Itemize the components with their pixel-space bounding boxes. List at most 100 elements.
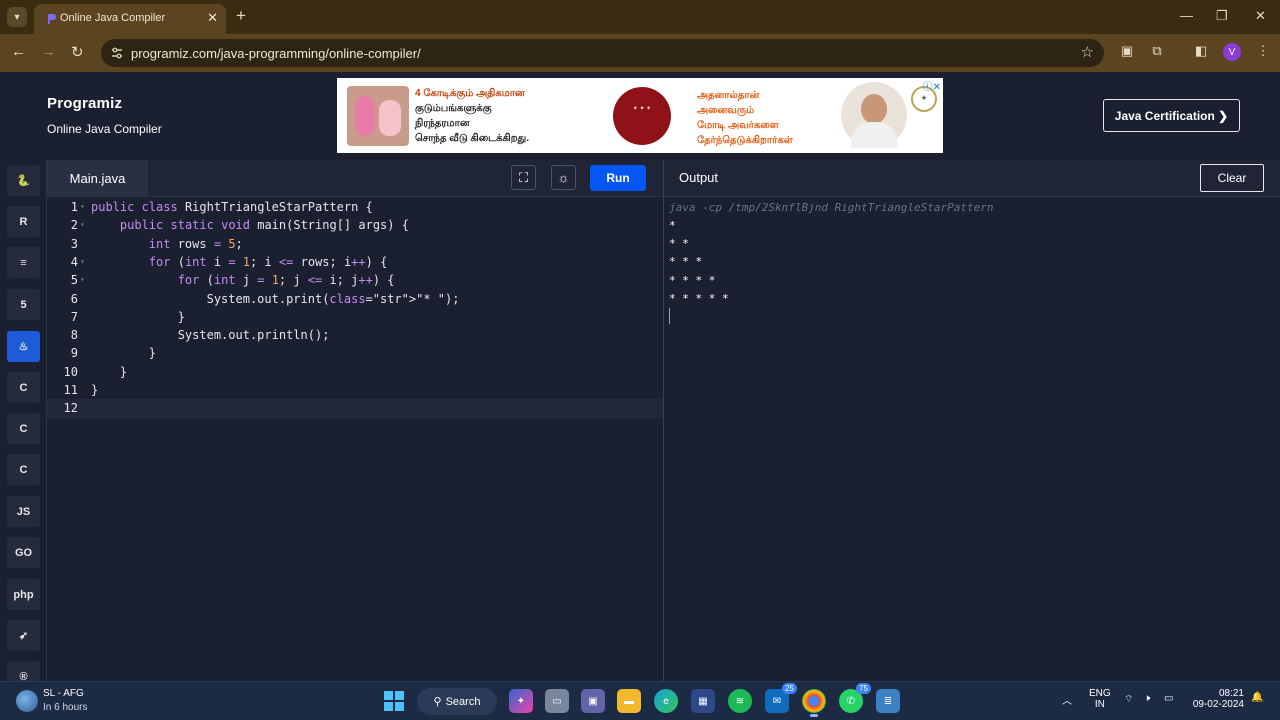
input-language[interactable]: ENG IN	[1089, 688, 1111, 710]
teams-icon[interactable]: ▣	[581, 689, 605, 713]
bookmark-star-icon[interactable]: ☆	[1081, 43, 1094, 61]
window-close-icon[interactable]: ✕	[1255, 8, 1266, 24]
code-line[interactable]: 12	[47, 399, 663, 418]
chrome-icon[interactable]	[802, 689, 826, 717]
whatsapp-icon[interactable]: ✆ 75	[839, 683, 871, 713]
browser-tab[interactable]: Online Java Compiler ✕	[34, 4, 226, 34]
run-command: java -cp /tmp/2SknflBjnd RightTriangleSt…	[669, 201, 994, 214]
java-certification-button[interactable]: Java Certification ❯	[1103, 99, 1240, 132]
advertisement-banner[interactable]: 4 கோடிக்கும் அதிகமான குடும்பங்களுக்கு நி…	[337, 78, 943, 153]
fold-arrow-icon[interactable]: ▾	[80, 198, 85, 216]
lang-code: ENG	[1089, 688, 1111, 699]
extension-app-icon[interactable]: ▣	[1118, 43, 1136, 61]
code-text: }	[91, 364, 128, 379]
tab-search-button[interactable]: ▾	[7, 7, 27, 27]
ad-text-line: தேர்ந்தெடுக்கிறார்கள்	[697, 135, 793, 146]
code-line[interactable]: 4 ▾ for (int i = 1; i <= rows; i++) {	[47, 253, 663, 271]
address-bar[interactable]: programiz.com/java-programming/online-co…	[101, 39, 1104, 67]
line-number: 8	[70, 328, 78, 343]
code-text: }	[91, 346, 157, 361]
code-line[interactable]: 2 ▾ public static void main(String[] args…	[47, 216, 663, 234]
programiz-favicon-icon	[48, 14, 56, 24]
code-text: }	[91, 383, 99, 397]
region-code: IN	[1094, 699, 1105, 710]
output-console[interactable]: java -cp /tmp/2SknflBjnd RightTriangleSt…	[663, 197, 1280, 681]
code-line[interactable]: 3 int rows = 5;	[47, 235, 663, 253]
back-icon[interactable]: ←	[11, 43, 26, 60]
run-button[interactable]: Run	[590, 165, 646, 191]
php-icon[interactable]: php	[7, 579, 40, 610]
forward-icon[interactable]: →	[41, 43, 56, 60]
line-number: 4	[70, 254, 78, 269]
clear-button[interactable]: Clear	[1200, 164, 1264, 192]
file-explorer-icon[interactable]: ▬	[617, 689, 641, 713]
side-panel-icon[interactable]: ◧	[1192, 43, 1210, 61]
code-line[interactable]: 5 ▾ for (int j = 1; j <= i; j++) {	[47, 271, 663, 289]
notifications-bell-icon[interactable]: 🔔	[1251, 692, 1263, 703]
python-icon[interactable]: 🐍	[7, 165, 40, 196]
taskbar-search[interactable]: ⚲ Search	[417, 688, 497, 715]
cpp-icon[interactable]: C	[7, 413, 40, 444]
code-line[interactable]: 9 }	[47, 344, 663, 362]
csharp-icon[interactable]: C	[7, 454, 40, 485]
code-text: public static void main(String[] args) {	[119, 218, 409, 233]
html-icon[interactable]: 5	[7, 289, 40, 320]
new-tab-button[interactable]: +	[236, 6, 246, 26]
weather-title[interactable]: SL - AFG	[43, 688, 84, 699]
fullscreen-icon[interactable]: ⛶	[511, 165, 536, 190]
go-icon[interactable]: GO	[7, 537, 40, 568]
fold-arrow-icon[interactable]: ▾	[80, 271, 85, 289]
extensions-puzzle-icon[interactable]: ⧉	[1148, 43, 1166, 61]
task-view-icon[interactable]: ▭	[545, 689, 569, 713]
minimize-icon[interactable]: —	[1180, 8, 1193, 23]
ad-close-icon[interactable]: ⓘ✕	[923, 78, 941, 93]
maximize-icon[interactable]: ❐	[1216, 8, 1228, 24]
code-line[interactable]: 8 System.out.println();	[47, 326, 663, 344]
start-menu-icon[interactable]	[382, 689, 406, 713]
spotify-icon[interactable]: ≋	[728, 689, 752, 713]
sql-icon[interactable]: ≡	[7, 247, 40, 278]
output-line: * * * *	[669, 273, 716, 287]
profile-avatar[interactable]: V	[1223, 43, 1241, 61]
wifi-icon[interactable]: ⌔	[1124, 693, 1133, 706]
notepad-icon[interactable]: ≣	[876, 689, 900, 713]
code-line[interactable]: 7 }	[47, 308, 663, 326]
code-line[interactable]: 10 }	[47, 363, 663, 381]
store-icon[interactable]: ▦	[691, 689, 715, 713]
c-icon[interactable]: C	[7, 372, 40, 403]
code-line[interactable]: 1 ▾ public class RightTriangleStarPattern …	[47, 198, 663, 216]
volume-muted-icon[interactable]: 🕨	[1144, 693, 1150, 704]
weather-icon[interactable]	[16, 690, 38, 712]
theme-toggle-icon[interactable]: ☼	[551, 165, 576, 190]
editor-toolbar: Main.java ⛶ ☼ Run	[47, 160, 663, 197]
mail-icon[interactable]: ✉ 25	[765, 683, 797, 713]
file-tab-main-java[interactable]: Main.java	[47, 160, 148, 197]
code-line[interactable]: 6 System.out.print(class="str">"* ");	[47, 290, 663, 308]
clock[interactable]: 08:21 09-02-2024	[1190, 688, 1244, 710]
js-icon[interactable]: JS	[7, 496, 40, 527]
code-editor[interactable]: 1 ▾ public class RightTriangleStarPattern …	[47, 197, 663, 681]
swift-icon[interactable]: ➶	[7, 620, 40, 651]
ad-portrait-photo	[841, 82, 907, 148]
code-line[interactable]: 11}	[47, 381, 663, 399]
date-text: 09-02-2024	[1192, 699, 1244, 710]
tab-close-icon[interactable]: ✕	[207, 10, 218, 26]
edge-icon[interactable]: e	[654, 689, 678, 713]
line-number: 1	[70, 200, 78, 214]
browser-menu-icon[interactable]: ⋮	[1254, 43, 1272, 61]
code-text: }	[91, 309, 185, 324]
site-info-icon[interactable]	[110, 46, 124, 60]
battery-icon[interactable]: ▭	[1164, 693, 1173, 704]
copilot-icon[interactable]: ✦	[509, 689, 533, 713]
page-subtitle: Online Java Compiler	[47, 122, 162, 136]
output-line: * * * * *	[669, 291, 729, 305]
line-number: 11	[63, 383, 78, 397]
programiz-logo[interactable]: Programiz	[47, 95, 122, 112]
fold-arrow-icon[interactable]: ▾	[80, 216, 85, 234]
r-icon[interactable]: R	[7, 206, 40, 237]
windows-taskbar: SL - AFG In 6 hours ⚲ Search ✦ ▭ ▣ ▬ e ▦…	[0, 681, 1280, 720]
fold-arrow-icon[interactable]: ▾	[80, 253, 85, 271]
reload-icon[interactable]: ↻	[71, 43, 84, 61]
tray-overflow-icon[interactable]: ︿	[1062, 692, 1072, 707]
java-icon[interactable]: ♨	[7, 331, 40, 362]
